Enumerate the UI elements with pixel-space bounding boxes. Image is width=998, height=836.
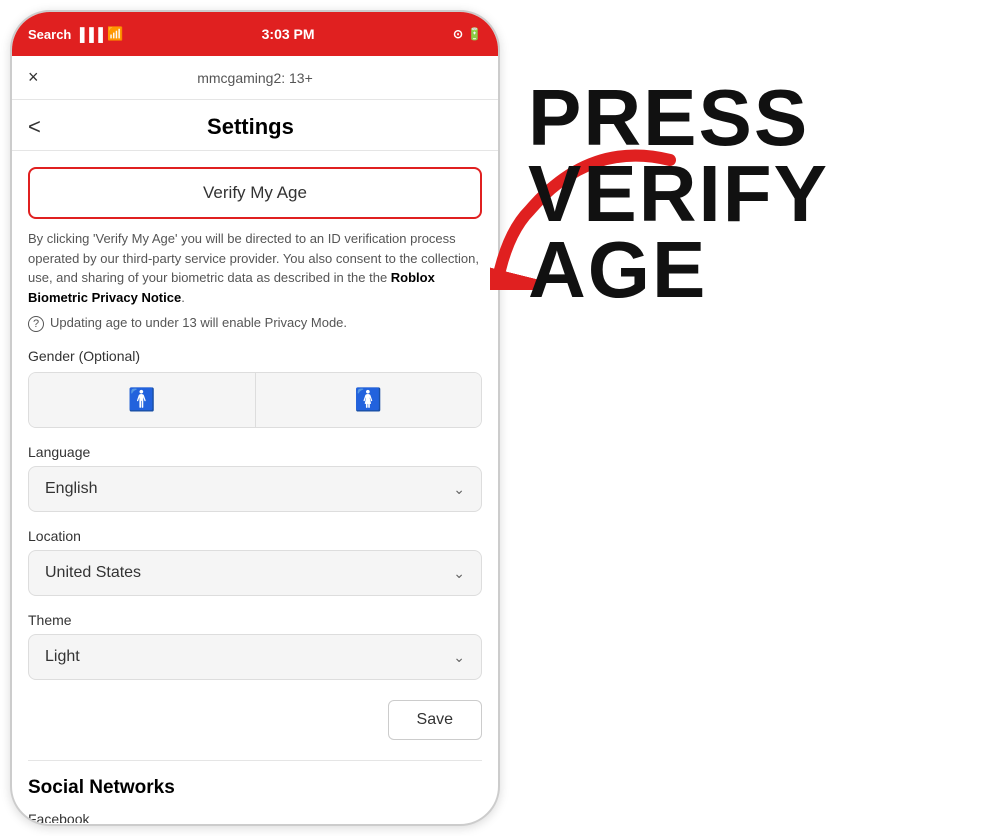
theme-label: Theme [28, 612, 482, 628]
annotation-text: PRESS VERIFY AGE [528, 80, 978, 308]
facebook-label: Facebook [28, 811, 482, 823]
info-icon: ? [28, 316, 44, 332]
status-time: 3:03 PM [262, 26, 315, 42]
theme-dropdown[interactable]: Light ⌄ [28, 634, 482, 680]
social-networks-header: Social Networks [28, 760, 482, 799]
status-bar: Search ▐▐▐ 📶 3:03 PM ⊙ 🔋 [12, 12, 498, 56]
gender-selector: 🚹 🚺 [28, 372, 482, 428]
username-label: mmcgaming2: 13+ [197, 70, 313, 86]
save-row: Save [28, 700, 482, 740]
language-dropdown[interactable]: English ⌄ [28, 466, 482, 512]
female-gender-button[interactable]: 🚺 [256, 373, 482, 427]
chevron-down-icon: ⌄ [453, 481, 465, 498]
status-right: ⊙ 🔋 [453, 27, 482, 41]
theme-section: Theme Light ⌄ [28, 612, 482, 680]
male-gender-button[interactable]: 🚹 [29, 373, 256, 427]
location-dropdown[interactable]: United States ⌄ [28, 550, 482, 596]
language-label: Language [28, 444, 482, 460]
location-label: Location [28, 528, 482, 544]
gender-label: Gender (Optional) [28, 348, 482, 364]
location-icon: ⊙ [453, 27, 463, 41]
page-title: Settings [51, 114, 450, 140]
female-icon: 🚺 [355, 387, 382, 413]
verify-description: By clicking 'Verify My Age' you will be … [28, 229, 482, 307]
save-button[interactable]: Save [388, 700, 482, 740]
signal-icon: ▐▐▐ [75, 27, 103, 42]
settings-content: Verify My Age By clicking 'Verify My Age… [12, 151, 498, 823]
language-section: Language English ⌄ [28, 444, 482, 512]
top-bar: × mmcgaming2: 13+ [12, 56, 498, 100]
location-value: United States [45, 564, 141, 582]
phone-frame: Search ▐▐▐ 📶 3:03 PM ⊙ 🔋 × mmcgaming2: 1… [10, 10, 500, 826]
carrier-label: Search [28, 27, 71, 42]
settings-header: < Settings [12, 100, 498, 151]
privacy-note: ? Updating age to under 13 will enable P… [28, 315, 482, 332]
close-button[interactable]: × [28, 67, 39, 88]
location-section: Location United States ⌄ [28, 528, 482, 596]
back-button[interactable]: < [28, 114, 41, 140]
battery-icon: 🔋 [467, 27, 482, 41]
wifi-icon: 📶 [107, 26, 123, 42]
chevron-down-icon-2: ⌄ [453, 565, 465, 582]
male-icon: 🚹 [128, 387, 155, 413]
language-value: English [45, 480, 97, 498]
chevron-down-icon-3: ⌄ [453, 649, 465, 666]
theme-value: Light [45, 648, 80, 666]
verify-age-button[interactable]: Verify My Age [28, 167, 482, 219]
status-left: Search ▐▐▐ 📶 [28, 26, 123, 42]
